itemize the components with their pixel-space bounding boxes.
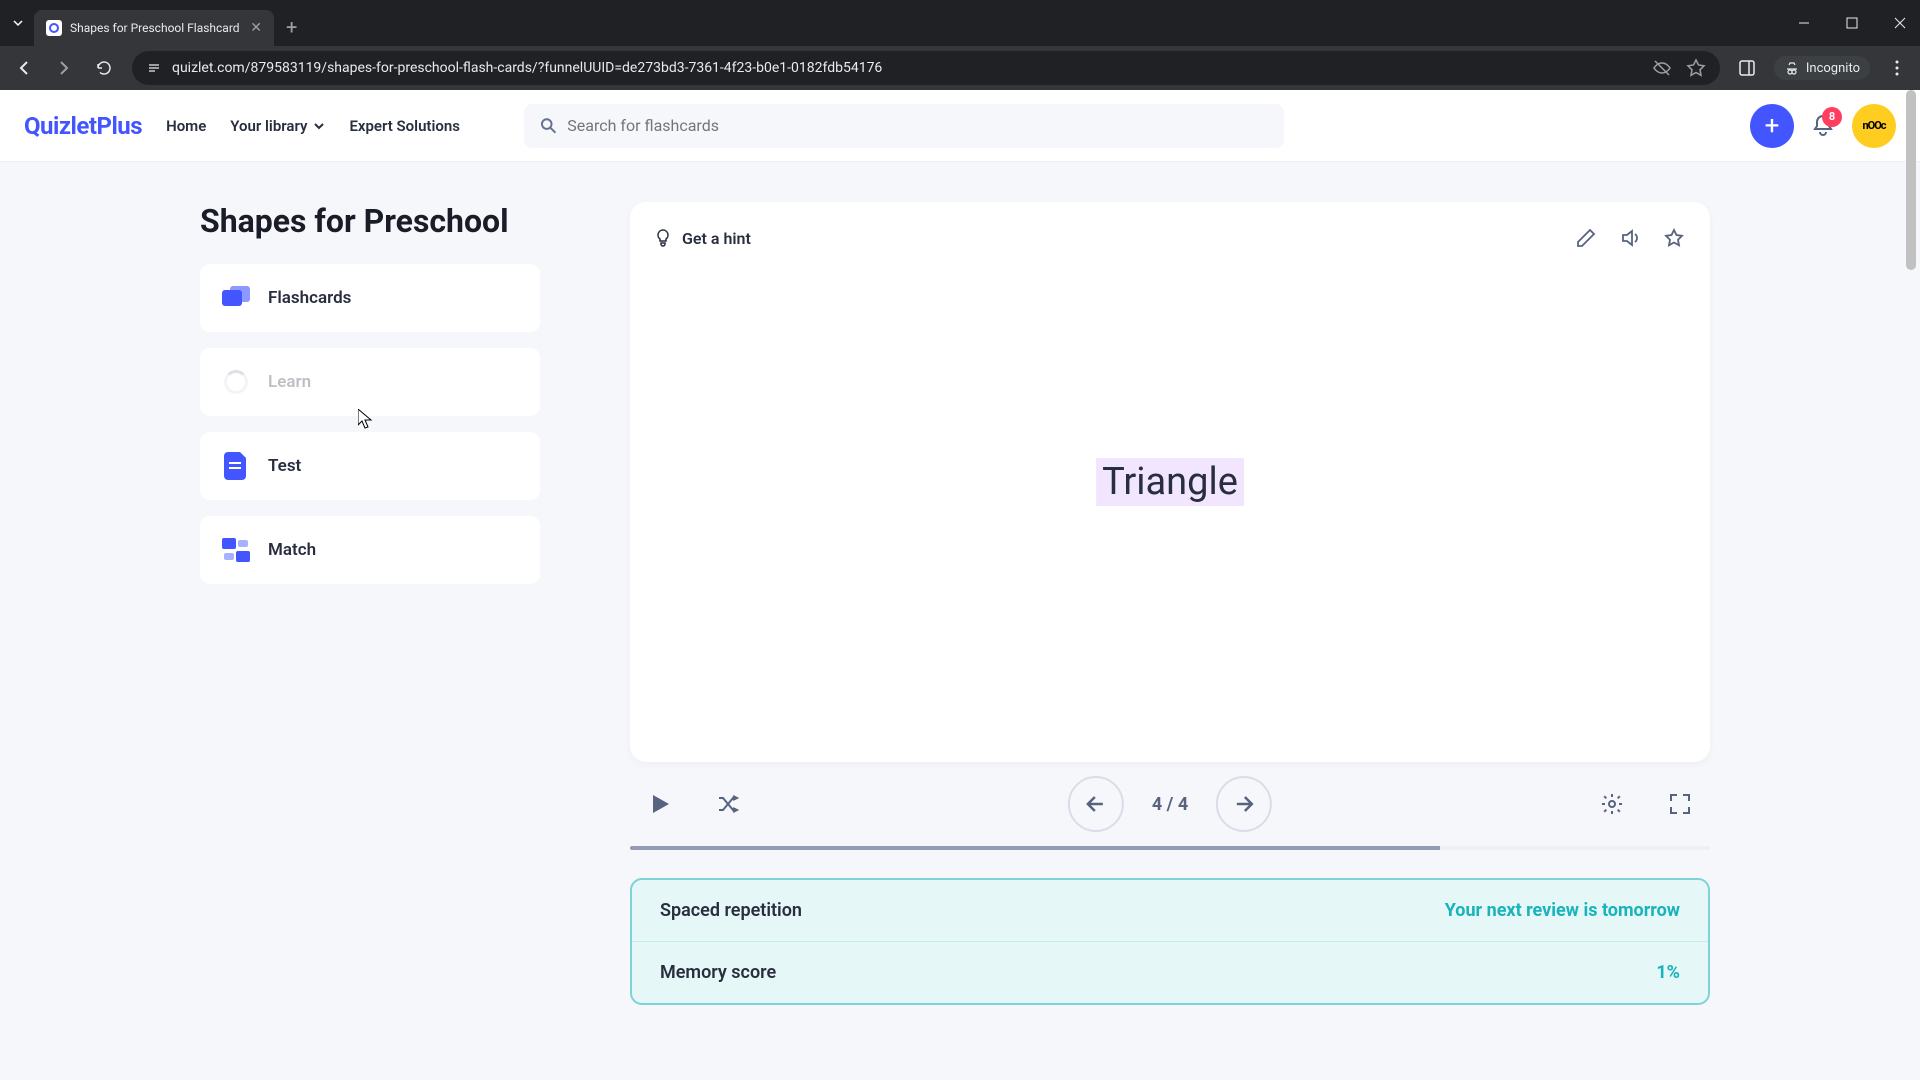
browser-menu-icon[interactable] [1886, 57, 1908, 79]
star-button[interactable] [1662, 226, 1686, 250]
card-term: Triangle [1096, 458, 1244, 506]
search-container[interactable] [524, 104, 1284, 148]
tab-search-dropdown[interactable] [8, 13, 28, 33]
url-bar[interactable]: quizlet.com/879583119/shapes-for-prescho… [132, 51, 1720, 85]
notifications-button[interactable]: 8 [1810, 113, 1836, 139]
side-panel-icon[interactable] [1736, 57, 1758, 79]
test-icon [222, 452, 250, 480]
settings-button[interactable] [1590, 782, 1634, 826]
window-minimize[interactable] [1792, 11, 1816, 35]
prev-card-button[interactable] [1068, 776, 1124, 832]
mode-test-label: Test [268, 456, 301, 476]
shuffle-icon [716, 792, 740, 816]
bookmark-star-icon[interactable] [1686, 58, 1706, 78]
play-button[interactable] [638, 782, 682, 826]
browser-tab[interactable]: Shapes for Preschool Flashcard ✕ [34, 10, 274, 46]
window-maximize[interactable] [1840, 11, 1864, 35]
incognito-label: Incognito [1806, 61, 1860, 76]
hint-label: Get a hint [682, 229, 751, 248]
chevron-down-icon [313, 120, 325, 132]
quizlet-logo[interactable]: QuizletPlus [24, 112, 142, 140]
scrollbar-thumb[interactable] [1906, 90, 1916, 270]
audio-button[interactable] [1618, 226, 1642, 250]
flashcard[interactable]: Get a hint Trian [630, 202, 1710, 762]
browser-forward-button[interactable] [52, 56, 76, 80]
lightbulb-icon [654, 229, 672, 247]
url-text: quizlet.com/879583119/shapes-for-prescho… [172, 60, 882, 76]
avatar-text: nOOc [1862, 119, 1885, 132]
mode-match-label: Match [268, 540, 316, 560]
shuffle-button[interactable] [706, 782, 750, 826]
sr-title: Spaced repetition [660, 900, 802, 921]
edit-button[interactable] [1574, 226, 1598, 250]
fullscreen-icon [1669, 793, 1691, 815]
nav-your-library-label: Your library [230, 117, 307, 135]
spaced-repetition-panel: Spaced repetition Your next review is to… [630, 878, 1710, 1005]
sr-memory-label: Memory score [660, 962, 776, 983]
mode-learn[interactable]: Learn [200, 348, 540, 416]
progress-fill [630, 846, 1440, 850]
hint-button[interactable]: Get a hint [654, 229, 751, 248]
eye-blocked-icon[interactable] [1652, 58, 1672, 78]
flashcards-icon [222, 284, 250, 312]
card-counter: 4 / 4 [1152, 794, 1188, 815]
speaker-icon [1620, 228, 1640, 248]
next-card-button[interactable] [1216, 776, 1272, 832]
create-button[interactable]: + [1750, 104, 1794, 148]
mode-flashcards-label: Flashcards [268, 288, 351, 308]
tab-title: Shapes for Preschool Flashcard [70, 21, 242, 35]
sr-memory-value: 1% [1656, 962, 1680, 983]
incognito-badge[interactable]: Incognito [1774, 56, 1870, 80]
notification-badge: 8 [1822, 107, 1842, 127]
mode-test[interactable]: Test [200, 432, 540, 500]
browser-reload-button[interactable] [92, 56, 116, 80]
browser-back-button[interactable] [12, 56, 36, 80]
progress-bar [630, 846, 1710, 850]
tab-favicon [46, 20, 62, 36]
fullscreen-button[interactable] [1658, 782, 1702, 826]
nav-home[interactable]: Home [166, 117, 206, 135]
star-icon [1664, 228, 1684, 248]
site-info-icon[interactable] [146, 60, 162, 76]
loading-spinner-icon [222, 368, 250, 396]
nav-your-library[interactable]: Your library [230, 117, 325, 135]
search-input[interactable] [567, 116, 1268, 135]
mode-match[interactable]: Match [200, 516, 540, 584]
match-icon [222, 536, 250, 564]
search-icon [540, 117, 557, 135]
avatar[interactable]: nOOc [1852, 104, 1896, 148]
arrow-left-icon [1084, 792, 1108, 816]
pencil-icon [1576, 228, 1596, 248]
incognito-icon [1784, 60, 1800, 76]
nav-expert-solutions[interactable]: Expert Solutions [349, 117, 460, 135]
set-title: Shapes for Preschool [200, 202, 540, 240]
tab-close-icon[interactable]: ✕ [250, 20, 262, 36]
mode-flashcards[interactable]: Flashcards [200, 264, 540, 332]
mode-learn-label: Learn [268, 372, 311, 392]
new-tab-button[interactable]: + [286, 15, 297, 39]
gear-icon [1600, 792, 1624, 816]
arrow-right-icon [1232, 792, 1256, 816]
sr-next-review: Your next review is tomorrow [1445, 900, 1680, 921]
window-close[interactable] [1888, 11, 1912, 35]
play-icon [650, 793, 670, 815]
page-scrollbar[interactable] [1904, 90, 1918, 1080]
